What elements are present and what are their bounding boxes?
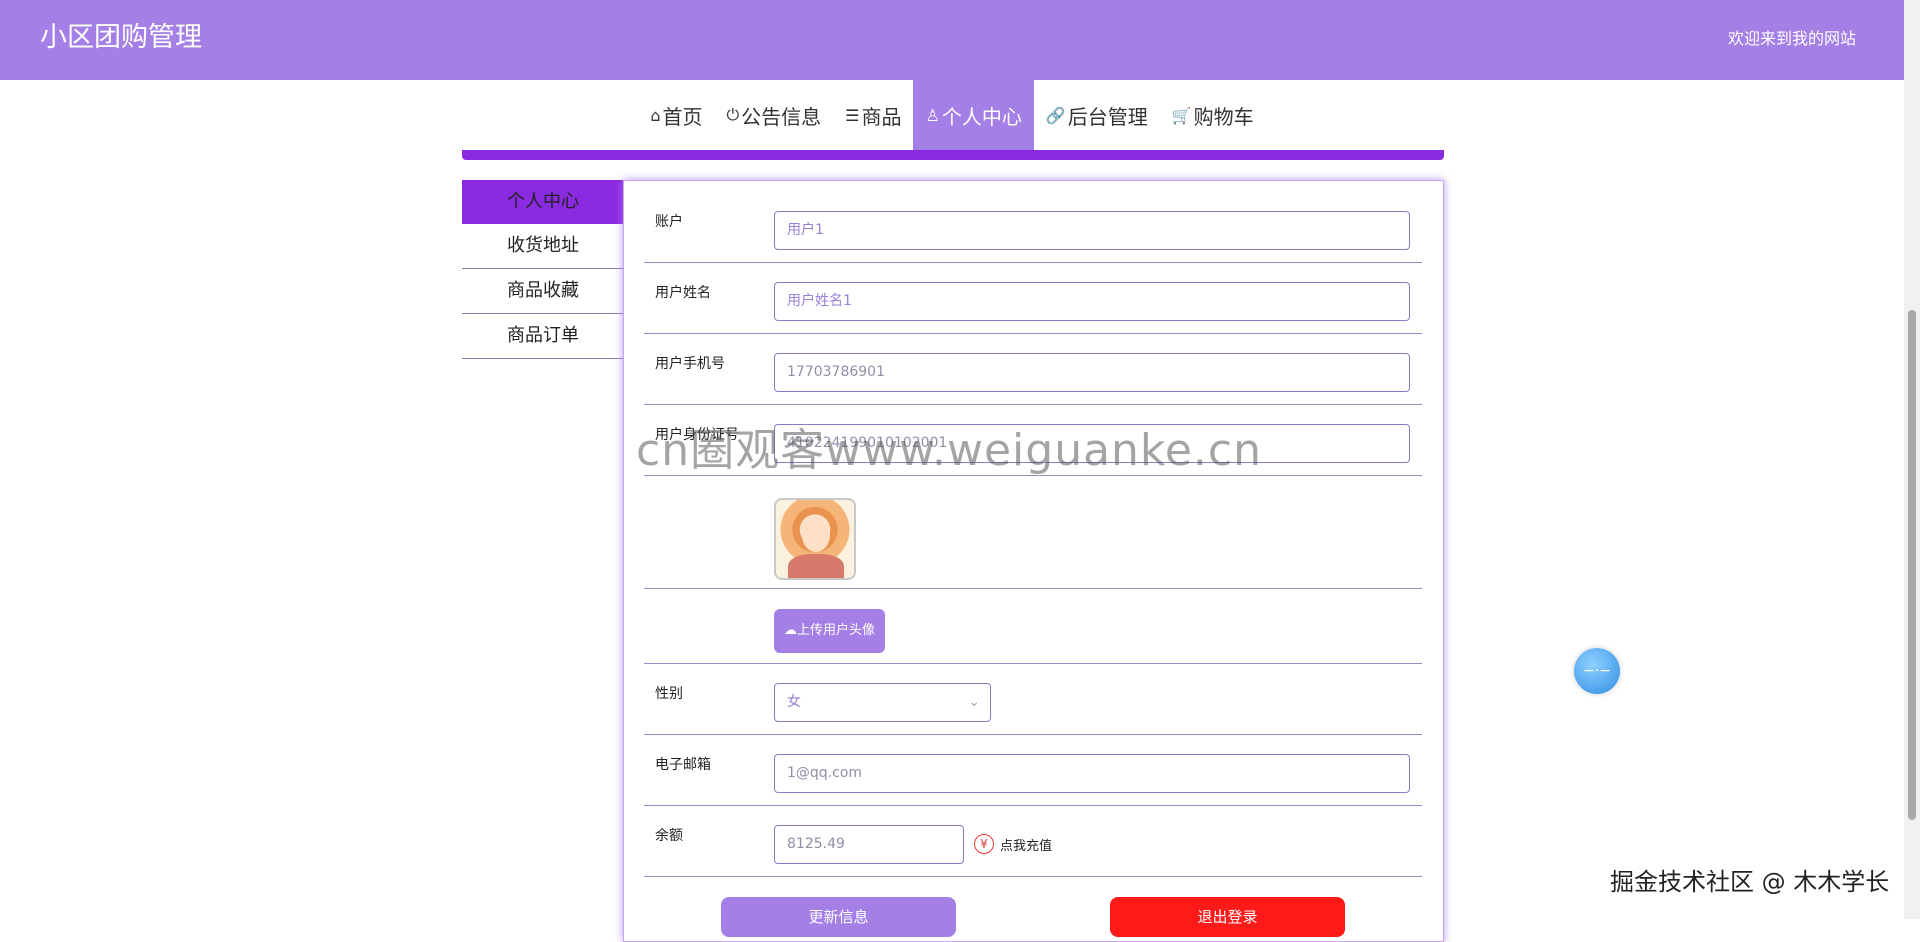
balance-label: 余额 [655,828,683,844]
sidebar-item-address[interactable]: 收货地址 [462,224,623,269]
name-input[interactable]: 用户姓名1 [774,282,1410,321]
gender-value: 女 [787,694,801,710]
recharge-label: 点我充值 [1000,838,1053,854]
form-row-upload: ☁上传用户头像 [644,589,1422,664]
form-row-gender: 性别 女 ⌄ [644,664,1422,735]
chevron-down-icon: ⌄ [968,694,980,710]
sidebar-item-favorites[interactable]: 商品收藏 [462,269,623,314]
update-info-button[interactable]: 更新信息 [721,897,956,937]
yen-icon: ¥ [974,834,994,854]
account-label: 账户 [655,214,683,230]
link-icon: 🔗 [1045,105,1066,125]
nav-label: 商品 [861,104,902,129]
phone-label: 用户手机号 [655,356,725,372]
upload-avatar-button[interactable]: ☁上传用户头像 [774,609,886,653]
form-row-avatar [644,476,1422,589]
header: 小区团购管理 欢迎来到我的网站 [0,0,1904,80]
logout-button[interactable]: 退出登录 [1110,897,1345,937]
nav-item-profile[interactable]: ♙ 个人中心 [913,80,1034,150]
nav-label: 后台管理 [1067,104,1148,129]
form-row-email: 电子邮箱 1@qq.com [644,735,1422,806]
name-label: 用户姓名 [655,285,711,301]
nav-label: 个人中心 [941,104,1022,129]
email-label: 电子邮箱 [655,757,711,773]
floating-assistant-button[interactable]: −·− [1574,648,1620,694]
nav-item-goods[interactable]: ☰ 商品 [833,80,913,150]
nav-label: 首页 [662,104,703,129]
gender-label: 性别 [655,686,683,702]
nav-item-home[interactable]: ⌂ 首页 [638,80,714,150]
sidebar-item-orders[interactable]: 商品订单 [462,314,623,359]
form-row-balance: 余额 8125.49 ¥ 点我充值 [644,806,1422,877]
assistant-icon: −·− [1583,663,1611,679]
gender-select[interactable]: 女 ⌄ [774,683,991,722]
nav-divider-bar [462,150,1444,160]
watermark: cn圈观客www.weiguanke.cn [636,425,1262,476]
cloud-upload-icon: ☁ [784,623,797,638]
avatar [774,498,856,580]
profile-form-panel: 账户 用户1 用户姓名 用户姓名1 用户手机号 17703786901 用户身份… [623,180,1444,942]
upload-label: 上传用户头像 [797,623,876,638]
sidebar-item-profile[interactable]: 个人中心 [462,180,623,224]
main-nav: ⌂ 首页 ⏻ 公告信息 ☰ 商品 ♙ 个人中心 🔗 后台管理 🛒 购物车 [0,80,1904,150]
avatar-body-shape [788,554,844,578]
site-title: 小区团购管理 [40,22,202,53]
nav-label: 购物车 [1193,104,1254,129]
user-icon: ♙ [925,105,940,125]
account-input[interactable]: 用户1 [774,211,1410,250]
recharge-link[interactable]: ¥ 点我充值 [974,834,1052,854]
email-input[interactable]: 1@qq.com [774,754,1410,793]
cart-icon: 🛒 [1171,105,1192,125]
credit-text: 掘金技术社区 @ 木木学长 [1610,868,1890,896]
power-icon: ⏻ [726,105,740,124]
home-icon: ⌂ [650,105,661,125]
sidebar: 个人中心 收货地址 商品收藏 商品订单 [462,180,623,359]
nav-item-cart[interactable]: 🛒 购物车 [1160,80,1266,150]
scrollbar-thumb[interactable] [1908,310,1916,820]
nav-item-admin[interactable]: 🔗 后台管理 [1034,80,1160,150]
sliders-icon: ☰ [845,105,860,125]
nav-item-notice[interactable]: ⏻ 公告信息 [714,80,833,150]
nav-label: 公告信息 [741,104,822,129]
welcome-text: 欢迎来到我的网站 [1727,29,1856,48]
form-row-account: 账户 用户1 [644,181,1422,263]
phone-input[interactable]: 17703786901 [774,353,1410,392]
avatar-face-shape [802,518,830,552]
form-row-phone: 用户手机号 17703786901 [644,334,1422,405]
balance-input[interactable]: 8125.49 [774,825,964,864]
form-row-name: 用户姓名 用户姓名1 [644,263,1422,334]
scrollbar[interactable] [1904,0,1920,919]
